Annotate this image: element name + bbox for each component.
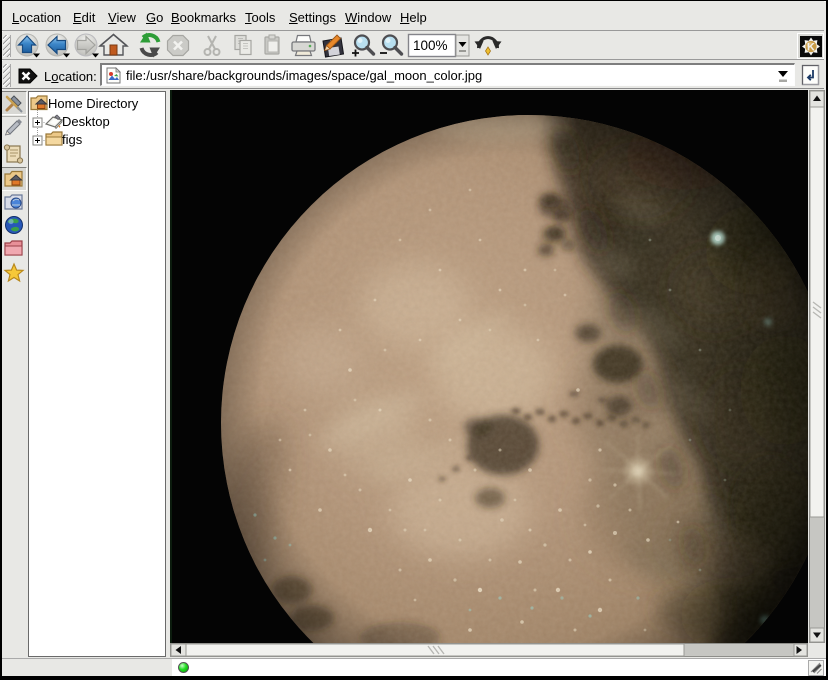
svg-text:100%: 100% (413, 38, 448, 53)
svg-text:K: K (807, 42, 815, 54)
